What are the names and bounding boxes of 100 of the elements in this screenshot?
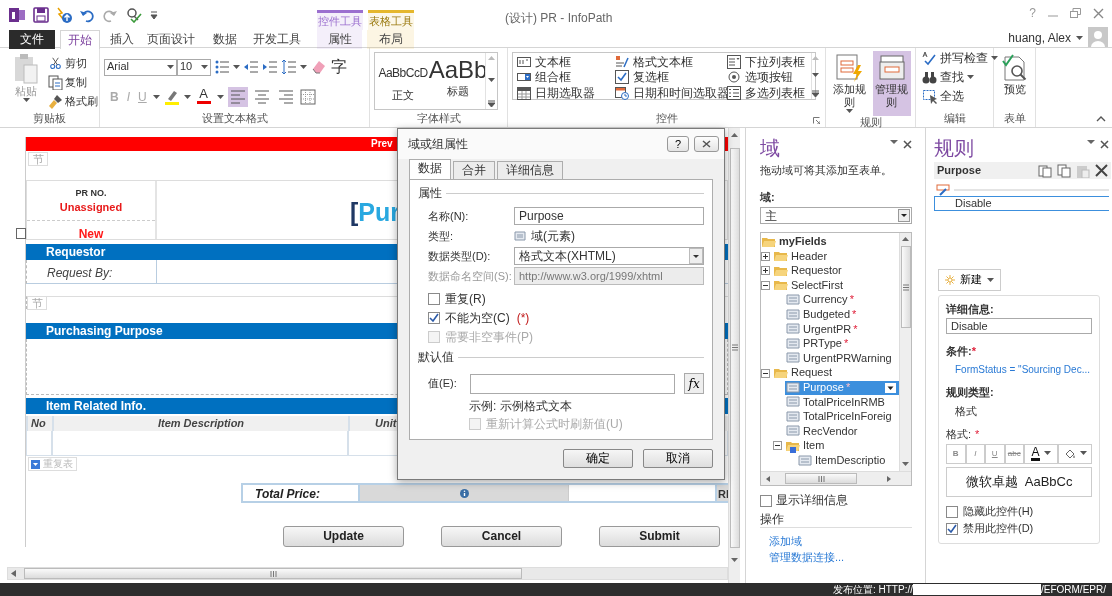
collapse-icon[interactable]: [761, 368, 773, 378]
action-link[interactable]: 添加域: [769, 535, 912, 549]
ribbon-tab[interactable]: 文件: [9, 30, 55, 49]
copy-icon[interactable]: [1057, 163, 1071, 178]
font-color-button[interactable]: A: [1024, 443, 1058, 464]
scroll-up-icon[interactable]: [902, 236, 909, 242]
close-button[interactable]: [694, 136, 719, 152]
form-button[interactable]: Cancel: [441, 526, 562, 547]
indent-icon[interactable]: [262, 59, 278, 75]
dialog-tab[interactable]: 合并: [453, 161, 495, 179]
data-source-select[interactable]: 主: [760, 207, 912, 225]
tree-item[interactable]: Requestor: [773, 263, 844, 278]
tree-item[interactable]: PRType *: [785, 336, 851, 351]
details-field[interactable]: Disable: [946, 318, 1092, 335]
close-icon[interactable]: [1100, 140, 1109, 149]
data-type-select[interactable]: 格式文本(XHTML): [514, 247, 704, 266]
expand-gallery-icon[interactable]: [812, 90, 819, 97]
tree-item[interactable]: TotalPriceInForeig: [785, 409, 894, 424]
ribbon-tab[interactable]: 属性: [317, 30, 362, 49]
control-gallery-item[interactable]: 文本框: [515, 54, 613, 70]
expand-gallery-icon[interactable]: [488, 100, 495, 107]
eraser-icon[interactable]: [310, 59, 326, 75]
form-button[interactable]: Submit: [599, 526, 720, 547]
format-button[interactable]: B: [946, 443, 966, 464]
tree-item[interactable]: Currency *: [785, 293, 856, 308]
ribbon-button[interactable]: 管理规则: [872, 51, 911, 117]
ribbon-command[interactable]: 剪切: [46, 54, 100, 73]
font-size-select[interactable]: 10: [177, 58, 211, 76]
delete-icon[interactable]: [1095, 164, 1108, 177]
customize-menu-icon[interactable]: [150, 10, 158, 20]
ribbon-tab[interactable]: 页面设计: [142, 30, 200, 49]
default-value-field[interactable]: [470, 373, 676, 394]
ribbon-command[interactable]: 查找: [920, 68, 989, 87]
highlighter-icon[interactable]: [163, 89, 180, 105]
scroll-down-icon[interactable]: [902, 462, 909, 468]
scroll-thumb[interactable]: [785, 473, 857, 485]
format-button[interactable]: I: [965, 443, 985, 464]
dialog-button[interactable]: 取消: [643, 449, 713, 468]
scroll-thumb[interactable]: [729, 147, 740, 548]
format-button[interactable]: abc: [1004, 443, 1024, 464]
scroll-down-icon[interactable]: [812, 72, 819, 78]
condition-link[interactable]: FormStatus = "Sourcing Dec...: [955, 364, 1092, 377]
dialog-button[interactable]: 确定: [563, 449, 633, 468]
fill-color-button[interactable]: [1058, 443, 1092, 464]
control-gallery-item[interactable]: 日期选取器: [515, 85, 613, 101]
phonetic-button[interactable]: 字: [329, 57, 349, 77]
tree-item[interactable]: Budgeted *: [785, 307, 859, 322]
dialog-tab[interactable]: 数据: [409, 159, 451, 179]
control-gallery-item[interactable]: 格式文本框: [613, 54, 725, 70]
help-button[interactable]: ?: [667, 136, 689, 152]
scroll-down-icon[interactable]: [731, 558, 738, 563]
scroll-thumb[interactable]: [24, 568, 522, 579]
action-link[interactable]: 管理数据连接...: [769, 551, 912, 565]
collapse-ribbon-icon[interactable]: [1096, 116, 1106, 122]
ribbon-tab[interactable]: 布局: [367, 30, 414, 49]
ribbon-tab[interactable]: 开发工具: [248, 30, 305, 49]
checkbox[interactable]: [428, 292, 440, 305]
horizontal-scrollbar[interactable]: [7, 567, 728, 580]
format-button[interactable]: U: [985, 443, 1005, 464]
ribbon-tab[interactable]: 开始: [60, 30, 100, 49]
ribbon-command[interactable]: 复制: [46, 73, 100, 92]
outdent-icon[interactable]: [243, 59, 259, 75]
scroll-down-icon[interactable]: [488, 77, 495, 83]
ribbon-button[interactable]: 添加规则: [830, 51, 869, 117]
line-spacing-icon[interactable]: [281, 59, 297, 75]
font-select[interactable]: Arial: [104, 58, 177, 76]
copy-rule-icon[interactable]: [1038, 163, 1052, 178]
restore-icon[interactable]: [1070, 8, 1081, 18]
form-button[interactable]: Update: [283, 526, 404, 547]
checkbox[interactable]: [760, 494, 772, 507]
bullet-list-icon[interactable]: [214, 59, 230, 75]
align-left-icon[interactable]: [227, 87, 248, 107]
dialog-tab[interactable]: 详细信息: [497, 161, 563, 179]
vertical-scrollbar[interactable]: [899, 233, 911, 472]
tree-item[interactable]: Request: [773, 366, 834, 380]
tree-item[interactable]: RecVendor: [785, 424, 860, 439]
tree-item[interactable]: Header: [773, 249, 830, 264]
ribbon-tab[interactable]: 数据: [205, 30, 245, 49]
vertical-scrollbar[interactable]: [728, 128, 740, 583]
close-icon[interactable]: [1093, 7, 1104, 19]
expand-icon[interactable]: [761, 266, 773, 276]
scroll-thumb[interactable]: [900, 246, 911, 329]
pane-menu-icon[interactable]: [1087, 140, 1095, 145]
checkbox[interactable]: [946, 522, 958, 535]
scroll-left-icon[interactable]: [11, 570, 16, 577]
control-gallery-item[interactable]: 组合框: [515, 69, 613, 85]
ribbon-command[interactable]: 拼写检查: [920, 49, 989, 68]
name-field[interactable]: Purpose: [514, 207, 704, 226]
control-gallery-item[interactable]: 复选框: [613, 69, 725, 85]
tree-item[interactable]: SelectFirst: [773, 278, 845, 293]
tree-item[interactable]: UrgentPRWarning: [785, 351, 894, 366]
rule-item[interactable]: Disable: [934, 196, 1109, 211]
formula-button[interactable]: fx: [684, 373, 704, 395]
pane-menu-icon[interactable]: [890, 140, 898, 145]
collapse-icon[interactable]: [773, 441, 785, 451]
ribbon-command[interactable]: 全选: [920, 87, 989, 106]
tree-item[interactable]: myFields: [761, 234, 829, 249]
table-borders-icon[interactable]: [299, 89, 316, 105]
expand-icon[interactable]: [761, 251, 773, 261]
ribbon-command[interactable]: 格式刷: [46, 92, 100, 111]
